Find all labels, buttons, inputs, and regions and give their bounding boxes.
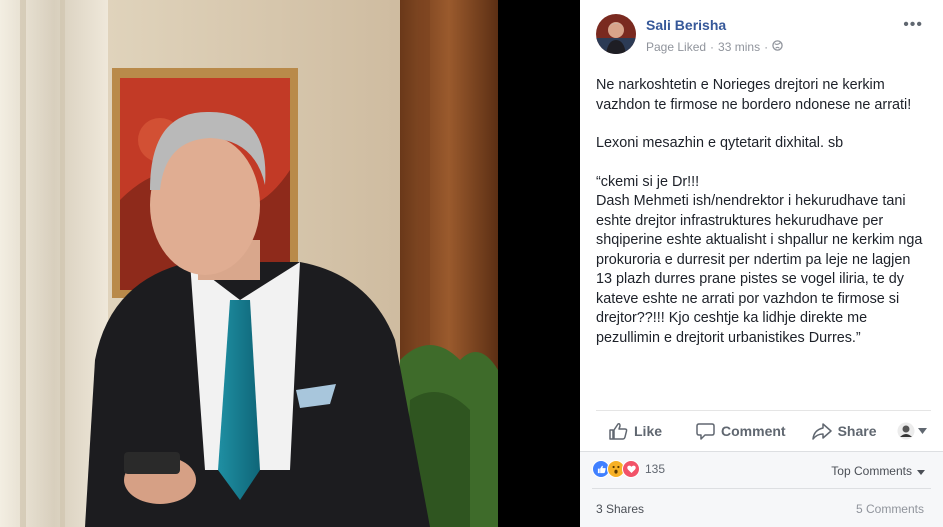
divider <box>596 410 931 411</box>
like-label: Like <box>634 423 663 439</box>
page-liked-status: Page Liked <box>646 40 707 54</box>
photo-viewer <box>0 0 580 527</box>
share-label: Share <box>837 423 877 439</box>
reaction-as-selector[interactable] <box>897 422 927 440</box>
reaction-count: 135 <box>645 462 666 476</box>
shares-count-link[interactable]: 3 Shares <box>596 502 644 516</box>
post-text: Ne narkoshtetin e Norieges drejtori ne k… <box>596 76 930 367</box>
comments-count-link[interactable]: 5 Comments <box>856 502 924 516</box>
more-options-icon[interactable]: ••• <box>903 16 923 34</box>
share-arrow-icon <box>811 422 832 440</box>
reaction-summary[interactable]: 135 <box>592 460 665 478</box>
top-comments-dropdown[interactable]: Top Comments <box>831 464 925 478</box>
post-meta: Page Liked · 33 mins · <box>646 40 783 54</box>
comment-label: Comment <box>721 423 786 439</box>
thumbs-up-icon <box>608 422 628 440</box>
author-name[interactable]: Sali Berisha <box>646 17 726 33</box>
post-photo <box>0 0 498 527</box>
caret-down-icon <box>917 464 925 478</box>
globe-icon <box>772 40 783 54</box>
comment-icon <box>696 422 715 440</box>
comment-button[interactable]: Comment <box>696 422 786 440</box>
meta-separator: · <box>710 40 715 54</box>
top-comments-label: Top Comments <box>831 464 912 478</box>
post-paragraph: Ne narkoshtetin e Norieges drejtori ne k… <box>596 77 912 113</box>
action-bar: Like Comment Share <box>596 415 931 447</box>
post-header: Sali Berisha Page Liked · 33 mins · ••• <box>596 14 931 58</box>
post-paragraph: Lexoni mesazhin e qytetarit dixhital. sb <box>596 135 844 151</box>
profile-thumbnail-icon <box>897 422 915 440</box>
love-reaction-icon <box>622 460 640 478</box>
post-time[interactable]: 33 mins <box>718 40 760 54</box>
post-panel: Sali Berisha Page Liked · 33 mins · ••• … <box>580 0 943 527</box>
share-button[interactable]: Share <box>811 422 877 440</box>
divider <box>592 488 931 489</box>
avatar[interactable] <box>596 14 636 54</box>
meta-separator-2: · <box>764 40 769 54</box>
post-paragraph: “ckemi si je Dr!!! Dash Mehmeti ish/nend… <box>596 173 923 346</box>
like-button[interactable]: Like <box>608 422 662 440</box>
caret-down-icon <box>918 428 927 434</box>
